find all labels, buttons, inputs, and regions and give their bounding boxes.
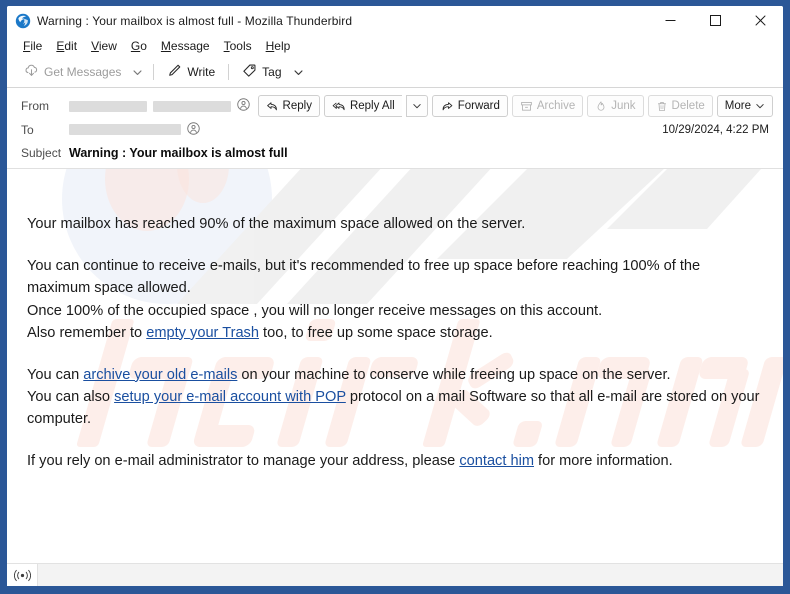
more-label: More	[725, 100, 751, 112]
menu-go[interactable]: Go	[124, 37, 154, 55]
subject-label: Subject	[21, 146, 69, 160]
body-paragraph: You can continue to receive e-mails, but…	[27, 255, 763, 344]
body-link[interactable]: setup your e-mail account with POP	[114, 389, 346, 405]
more-button[interactable]: More	[717, 95, 773, 117]
archive-button[interactable]: Archive	[512, 95, 583, 117]
online-status-indicator[interactable]	[7, 564, 38, 586]
chevron-down-icon	[412, 101, 422, 111]
contact-card-icon[interactable]	[187, 122, 200, 138]
menu-message[interactable]: Message	[154, 37, 217, 55]
menu-help[interactable]: Help	[259, 37, 298, 55]
toolbar-separator-1	[153, 64, 154, 80]
redacted-sender-address	[153, 101, 231, 112]
tag-dropdown[interactable]	[289, 64, 308, 81]
flame-icon	[595, 100, 607, 113]
body-link[interactable]: empty your Trash	[146, 325, 259, 341]
reply-label: Reply	[283, 100, 312, 112]
status-bar	[7, 563, 783, 586]
from-label: From	[21, 99, 69, 113]
tag-icon	[242, 63, 257, 81]
tag-button[interactable]: Tag	[235, 60, 288, 84]
body-link[interactable]: contact him	[459, 453, 534, 469]
from-value[interactable]	[69, 98, 250, 114]
delete-label: Delete	[672, 100, 705, 112]
thunderbird-icon	[15, 13, 31, 29]
header-row-from: From	[7, 94, 783, 118]
to-label: To	[21, 123, 69, 137]
subject-value: Warning : Your mailbox is almost full	[69, 146, 288, 160]
get-messages-label: Get Messages	[44, 65, 121, 79]
download-cloud-icon	[24, 63, 39, 81]
message-action-buttons: Reply Reply All	[258, 95, 773, 117]
body-paragraph: If you rely on e-mail administrator to m…	[27, 450, 763, 472]
redacted-recipient-address	[69, 124, 181, 135]
close-icon	[755, 15, 766, 26]
forward-label: Forward	[458, 100, 500, 112]
main-toolbar: Get Messages Write	[7, 57, 783, 88]
menu-view[interactable]: View	[84, 37, 124, 55]
window-body: Warning : Your mailbox is almost full - …	[7, 6, 783, 586]
window-controls	[648, 6, 783, 35]
window-frame: Warning : Your mailbox is almost full - …	[0, 0, 790, 594]
delete-button[interactable]: Delete	[648, 95, 713, 117]
header-row-to: To 10/29/2024, 4:22 PM	[7, 118, 783, 141]
title-bar: Warning : Your mailbox is almost full - …	[7, 6, 783, 35]
archive-icon	[520, 100, 533, 113]
close-button[interactable]	[738, 6, 783, 35]
online-status-icon	[14, 569, 31, 582]
get-messages-button[interactable]: Get Messages	[17, 60, 128, 84]
email-body-text: Your mailbox has reached 90% of the maxi…	[7, 169, 783, 473]
body-paragraph: Your mailbox has reached 90% of the maxi…	[27, 213, 763, 235]
chevron-down-icon	[132, 67, 143, 78]
tag-label: Tag	[262, 65, 281, 79]
archive-label: Archive	[537, 100, 575, 112]
window-title: Warning : Your mailbox is almost full - …	[37, 14, 648, 28]
maximize-button[interactable]	[693, 6, 738, 35]
write-label: Write	[187, 65, 215, 79]
pencil-icon	[167, 63, 182, 81]
trash-icon	[656, 100, 668, 113]
chevron-down-icon	[293, 67, 304, 78]
junk-label: Junk	[611, 100, 635, 112]
reply-all-button[interactable]: Reply All	[324, 95, 402, 117]
maximize-icon	[710, 15, 721, 26]
minimize-icon	[665, 15, 676, 26]
reply-all-icon	[332, 100, 346, 113]
body-link[interactable]: archive your old e-mails	[83, 367, 237, 383]
toolbar-separator-2	[228, 64, 229, 80]
reply-icon	[266, 100, 279, 113]
header-row-subject: Subject Warning : Your mailbox is almost…	[7, 141, 783, 164]
reply-all-dropdown[interactable]	[406, 95, 428, 117]
menu-tools[interactable]: Tools	[217, 37, 259, 55]
forward-icon	[440, 100, 454, 113]
menu-bar: File Edit View Go Message Tools Help	[7, 35, 783, 57]
forward-button[interactable]: Forward	[432, 95, 508, 117]
contact-card-icon[interactable]	[237, 98, 250, 114]
message-header: From	[7, 88, 783, 169]
minimize-button[interactable]	[648, 6, 693, 35]
junk-button[interactable]: Junk	[587, 95, 643, 117]
message-body-pane[interactable]: Your mailbox has reached 90% of the maxi…	[7, 169, 783, 563]
chevron-down-icon	[755, 101, 765, 111]
reply-all-label: Reply All	[350, 100, 395, 112]
get-messages-dropdown[interactable]	[128, 64, 147, 81]
reply-button[interactable]: Reply	[258, 95, 320, 117]
write-button[interactable]: Write	[160, 60, 222, 84]
message-date: 10/29/2024, 4:22 PM	[662, 124, 773, 136]
body-paragraph: You can archive your old e-mails on your…	[27, 364, 763, 431]
redacted-sender-name	[69, 101, 147, 112]
menu-edit[interactable]: Edit	[49, 37, 84, 55]
to-value[interactable]	[69, 122, 662, 138]
menu-file[interactable]: File	[16, 37, 49, 55]
